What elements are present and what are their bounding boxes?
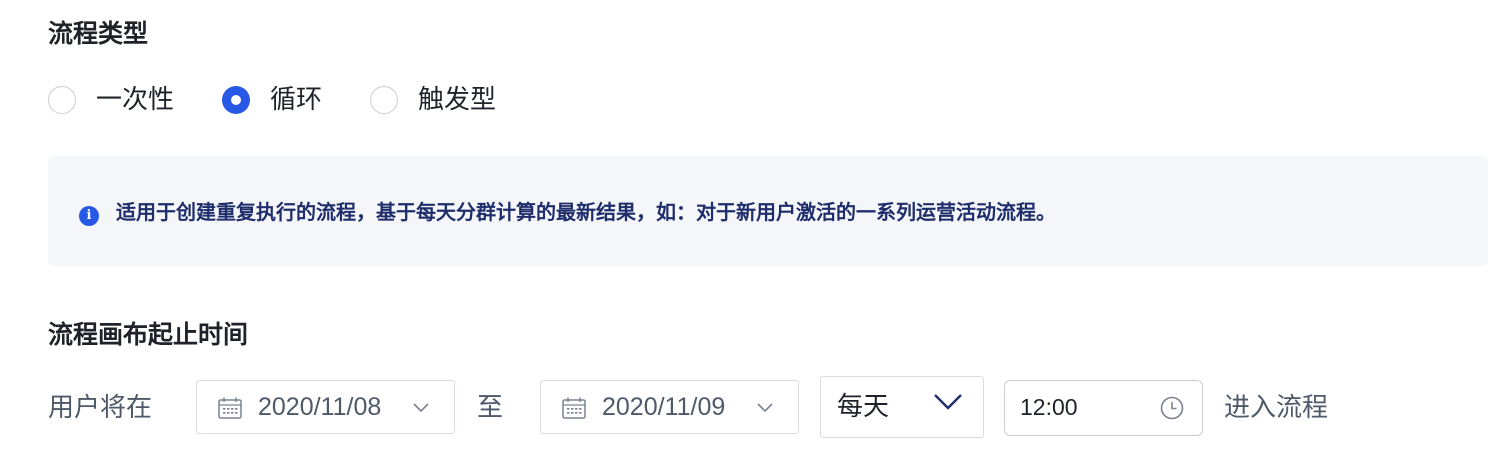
info-icon: i xyxy=(79,206,99,226)
calendar-icon xyxy=(562,397,586,419)
radio-trigger[interactable]: 触发型 xyxy=(370,86,496,114)
label-to: 至 xyxy=(477,393,504,423)
radio-circle-unchecked[interactable] xyxy=(370,86,399,114)
end-date-value[interactable]: 2020/11/09 xyxy=(602,381,725,433)
chevron-down-icon[interactable] xyxy=(757,401,773,413)
frequency-select[interactable]: 每天 xyxy=(820,376,984,438)
radio-circle-unchecked[interactable] xyxy=(48,86,76,114)
flow-type-radio-group: 一次性 循环 触发型 xyxy=(48,84,496,116)
calendar-icon xyxy=(218,397,242,419)
start-date-picker[interactable]: 2020/11/08 xyxy=(196,380,455,434)
chevron-down-icon[interactable] xyxy=(413,401,429,413)
radio-label-recurring[interactable]: 循环 xyxy=(270,87,322,113)
radio-circle-checked[interactable] xyxy=(222,86,251,114)
canvas-time-row: 用户将在 2020/11/08 至 2020/11/09 每天 12:00 进入… xyxy=(0,376,1498,440)
radio-dot xyxy=(231,95,242,105)
section-title-canvas-time: 流程画布起止时间 xyxy=(48,320,249,349)
time-picker[interactable]: 12:00 xyxy=(1004,380,1203,436)
label-enter-flow: 进入流程 xyxy=(1224,393,1329,423)
radio-one-time[interactable]: 一次性 xyxy=(48,86,174,114)
radio-label-trigger[interactable]: 触发型 xyxy=(418,87,496,113)
info-alert-text: 适用于创建重复执行的流程，基于每天分群计算的最新结果，如：对于新用户激活的一系列… xyxy=(116,200,1056,224)
section-title-flow-type: 流程类型 xyxy=(48,19,149,48)
end-date-picker[interactable]: 2020/11/09 xyxy=(540,380,799,434)
label-user-will: 用户将在 xyxy=(48,393,153,423)
start-date-value[interactable]: 2020/11/08 xyxy=(258,381,381,433)
chevron-down-icon[interactable] xyxy=(933,393,963,411)
info-alert: i 适用于创建重复执行的流程，基于每天分群计算的最新结果，如：对于新用户激活的一… xyxy=(48,156,1488,266)
time-value[interactable]: 12:00 xyxy=(1020,381,1078,434)
frequency-select-value[interactable]: 每天 xyxy=(837,377,889,437)
clock-icon[interactable] xyxy=(1160,396,1184,420)
radio-label-one-time[interactable]: 一次性 xyxy=(96,87,174,113)
radio-recurring[interactable]: 循环 xyxy=(222,86,322,114)
